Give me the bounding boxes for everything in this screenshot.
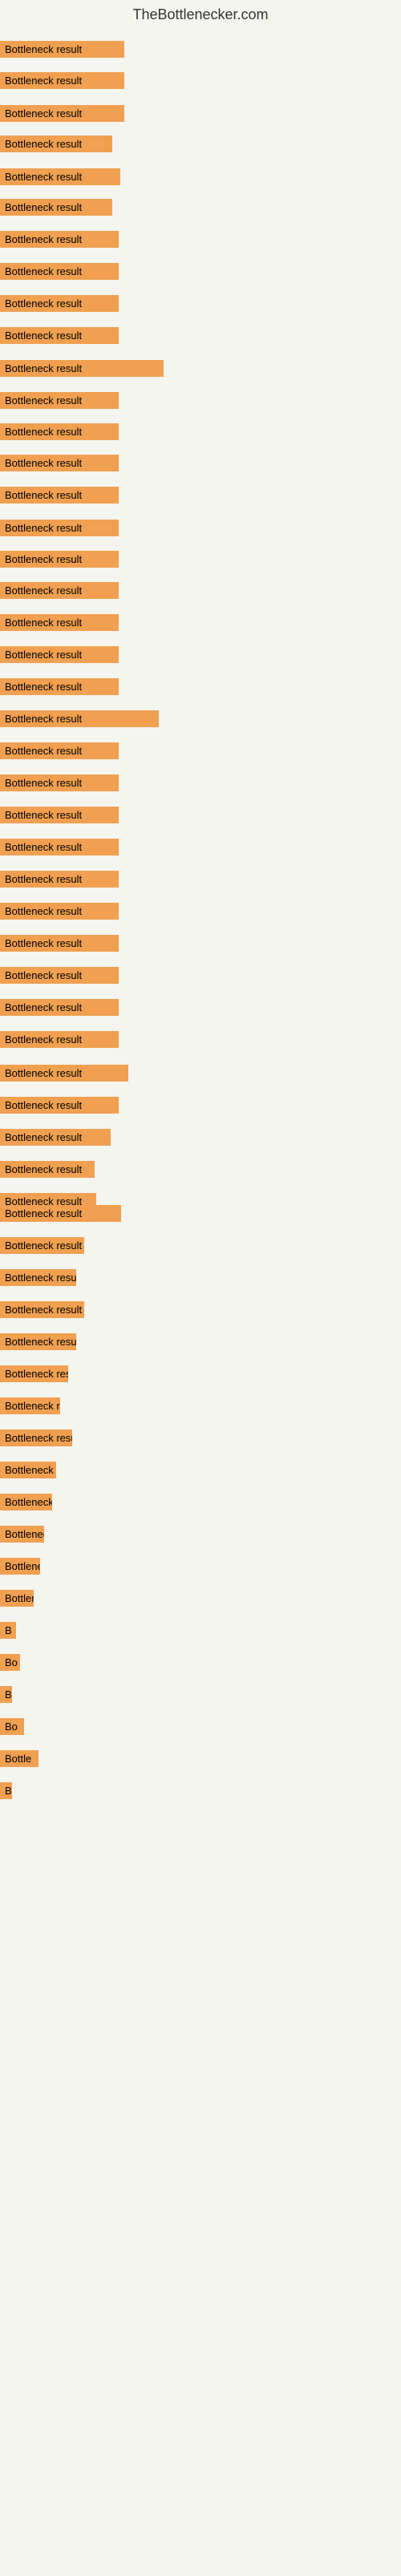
bottleneck-bar: Bottleneck result [0,742,119,759]
bottleneck-bar: Bottleneck result [0,1129,111,1146]
bottleneck-bar: Bottleneck result [0,1097,119,1114]
bottleneck-bar: Bottleneck result [0,1301,84,1318]
bottleneck-bar: Bottleneck result [0,871,119,888]
bottleneck-bar: Bottleneck result [0,135,112,152]
bottleneck-bar: Bottleneck result [0,231,119,248]
bottleneck-bar: Bottleneck result [0,1526,44,1543]
bottleneck-bar: Bottleneck result [0,646,119,663]
bottleneck-bar: Bottleneck result [0,1205,121,1222]
bottleneck-bar: Bottleneck result [0,678,119,695]
bottleneck-bar: Bottleneck result [0,1161,95,1178]
bottleneck-bar: Bottleneck result [0,392,119,409]
bottleneck-bar: Bottleneck result [0,72,124,89]
bottleneck-bar: B [0,1782,12,1799]
bottleneck-bar: Bottleneck result [0,1365,68,1382]
bottleneck-bar: Bottleneck result [0,935,119,952]
bottleneck-bar: Bottleneck result [0,1494,52,1510]
bottleneck-bar: B [0,1686,12,1703]
bottleneck-bar: Bottleneck result [0,1269,76,1286]
bottleneck-bar: Bottleneck result [0,839,119,855]
bottleneck-bar: Bottleneck result [0,967,119,984]
bottleneck-bar: Bottleneck result [0,295,119,312]
bottleneck-bar: Bottleneck result [0,551,119,568]
bottleneck-bar: Bottleneck result [0,327,119,344]
bottleneck-bar: Bottleneck result [0,263,119,280]
bottleneck-bar: Bottleneck result [0,455,119,471]
bottleneck-bar: Bo [0,1654,20,1671]
bottleneck-bar: Bottleneck result [0,423,119,440]
bottleneck-bar: B [0,1622,16,1639]
bottleneck-bar: Bottleneck result [0,582,119,599]
bottleneck-bar: Bottle [0,1750,38,1767]
bottleneck-bar: Bottleneck result [0,520,119,536]
bottleneck-bar: Bottleneck result [0,1397,60,1414]
bottleneck-bar: Bottleneck result [0,105,124,122]
bottleneck-bar: Bottleneck result [0,774,119,791]
bottleneck-bar: Bottleneck result [0,1430,72,1446]
bottleneck-bar: Bottleneck result [0,614,119,631]
bottleneck-bar: Bottleneck result [0,360,164,377]
bottleneck-bar: Bottleneck result [0,1333,76,1350]
bottleneck-bar: Bottleneck result [0,807,119,823]
bottleneck-bar: Bottleneck result [0,1065,128,1082]
bottleneck-bar: Bottleneck result [0,1237,84,1254]
bottleneck-bar: Bottleneck result [0,999,119,1016]
bottleneck-bar: Bottleneck result [0,1558,40,1575]
chart-area: Bottleneck result Bottleneck result Bottle… [0,26,401,2576]
bottleneck-bar: Bottleneck result [0,168,120,185]
bottleneck-bar: Bottleneck result [0,487,119,503]
bottleneck-bar: Bottleneck result [0,1462,56,1478]
bottleneck-bar: Bottleneck result [0,710,159,727]
bottleneck-bar: Bottleneck result [0,41,124,58]
site-title: TheBottlenecker.com [0,0,401,26]
bottleneck-bar: Bottleneck result [0,199,112,216]
bottleneck-bar: Bo [0,1718,24,1735]
bottleneck-bar: Bottleneck result [0,1590,34,1607]
bottleneck-bar: Bottleneck result [0,1031,119,1048]
bottleneck-bar: Bottleneck result [0,903,119,920]
